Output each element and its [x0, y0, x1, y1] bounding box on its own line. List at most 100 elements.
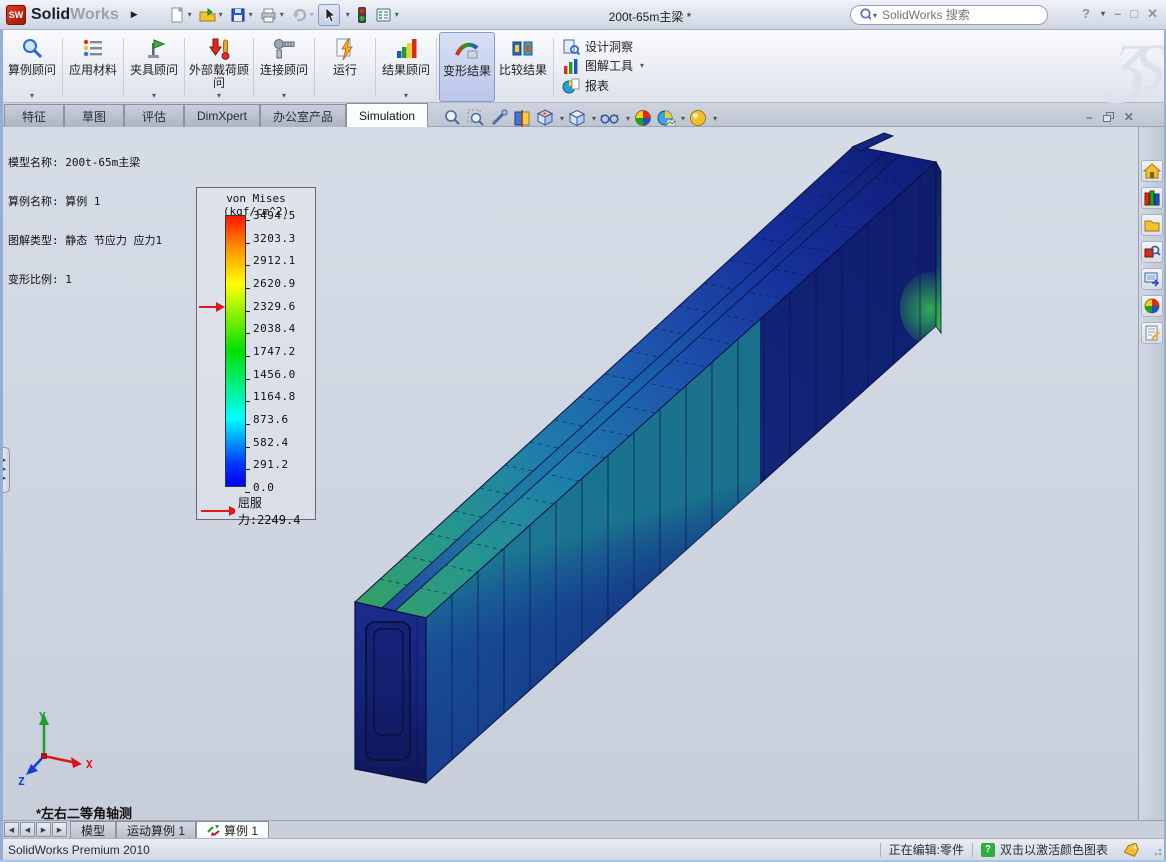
hide-show-items-icon[interactable]	[599, 108, 621, 128]
logo-text-solid: Solid	[31, 6, 70, 24]
ribbon-deformed-result-button[interactable]: 变形结果	[439, 32, 495, 102]
display-style-caret-icon[interactable]: ▾	[592, 114, 596, 123]
solidworks-search-button[interactable]	[1141, 241, 1163, 263]
legend-color-bar	[225, 215, 246, 487]
fixtures-advisor-icon	[142, 36, 166, 62]
view-settings-icon[interactable]	[688, 108, 708, 128]
search-box[interactable]: ▾	[850, 5, 1048, 25]
doc-close-button[interactable]: ✕	[1124, 110, 1134, 124]
plot-tools-caret-icon[interactable]: ▾	[640, 61, 644, 70]
help-caret-icon[interactable]: ▾	[1101, 6, 1105, 22]
select-caret-button[interactable]: ▾	[342, 9, 352, 20]
stress-legend[interactable]: von Mises (kgf/cm^2) 3494.5 3203.3 2912.…	[196, 187, 316, 520]
zoom-to-area-icon[interactable]	[466, 108, 486, 128]
solidworks-logo-icon: SW	[6, 5, 26, 25]
first-tab-button[interactable]: ◀	[4, 822, 19, 837]
custom-properties-button[interactable]	[1141, 322, 1163, 344]
tab-office-products[interactable]: 办公室产品	[260, 104, 346, 127]
legend-tick: 2620.9	[253, 277, 296, 290]
open-button[interactable]: ▾	[196, 5, 225, 25]
new-document-button[interactable]: ▾	[166, 5, 194, 25]
print-button[interactable]: ▾	[257, 5, 286, 25]
previous-view-icon[interactable]	[489, 108, 509, 128]
tab-study-1[interactable]: 算例 1	[196, 821, 269, 838]
ribbon-run-button[interactable]: 运行	[317, 32, 373, 102]
logo-text-works: Works	[70, 6, 119, 24]
view-palette-button[interactable]	[1141, 268, 1163, 290]
resize-grip[interactable]	[1150, 844, 1162, 856]
command-manager-ribbon: ƷS 算例顾问 ▾ 应用材料 夹具顾问 ▾ 外部载荷顾问 ▾	[0, 30, 1166, 103]
file-explorer-button[interactable]	[1141, 214, 1163, 236]
next-tab-button[interactable]: ▶	[36, 822, 51, 837]
save-caret-icon[interactable]: ▾	[249, 10, 253, 19]
select-button[interactable]	[318, 4, 340, 26]
tab-scroll-buttons: ◀ ◀ ▶ ▶	[4, 822, 67, 837]
ribbon-fixtures-advisor-button[interactable]: 夹具顾问 ▾	[126, 32, 182, 102]
minimize-button[interactable]: –	[1114, 6, 1121, 22]
undo-button[interactable]: ▾	[288, 5, 316, 25]
tab-simulation[interactable]: Simulation	[346, 103, 428, 127]
configuration-tab-bar: ◀ ◀ ▶ ▶ 模型 运动算例 1 算例 1	[0, 820, 1166, 838]
help-button[interactable]: ?	[1082, 6, 1090, 22]
rail-end-tab	[852, 133, 893, 151]
search-input[interactable]	[880, 7, 1039, 23]
ribbon-results-advisor-button[interactable]: 结果顾问 ▾	[378, 32, 434, 102]
close-button[interactable]: ✕	[1147, 6, 1158, 22]
legend-tick: 582.4	[253, 436, 289, 449]
tab-evaluate[interactable]: 评估	[124, 104, 184, 127]
triad-x-label: X	[86, 758, 93, 771]
menu-expand-arrow-icon[interactable]: ▶	[131, 9, 138, 20]
connections-advisor-icon	[272, 36, 296, 62]
section-view-icon[interactable]	[512, 108, 532, 128]
appearances-scenes-button[interactable]	[1141, 295, 1163, 317]
plot-tools-button[interactable]: 图解工具 ▾	[562, 57, 644, 75]
print-caret-icon[interactable]: ▾	[280, 10, 284, 19]
tab-motion-study-1[interactable]: 运动算例 1	[116, 821, 196, 838]
edit-appearance-icon[interactable]	[633, 108, 653, 128]
solidworks-resources-button[interactable]	[1141, 160, 1163, 182]
study-name-line: 算例名称: 算例 1	[8, 195, 162, 208]
display-style-icon[interactable]	[567, 108, 587, 128]
rebuild-button[interactable]	[354, 5, 370, 25]
options-button[interactable]: ▾	[372, 5, 401, 25]
plot-header-annotation: 模型名称: 200t-65m主梁 算例名称: 算例 1 图解类型: 静态 节应力…	[8, 130, 162, 312]
last-tab-button[interactable]: ▶	[52, 822, 67, 837]
design-insight-button[interactable]: 设计洞察	[562, 37, 644, 55]
maximize-button[interactable]: □	[1130, 6, 1138, 22]
properties-sheet-icon	[1143, 324, 1161, 342]
open-caret-icon[interactable]: ▾	[219, 10, 223, 19]
tab-features[interactable]: 特征	[4, 104, 64, 127]
doc-restore-button[interactable]	[1103, 112, 1114, 122]
hide-show-caret-icon[interactable]: ▾	[626, 114, 630, 123]
tab-sketch[interactable]: 草图	[64, 104, 124, 127]
prev-tab-button[interactable]: ◀	[20, 822, 35, 837]
task-pane	[1138, 127, 1164, 820]
design-library-button[interactable]	[1141, 187, 1163, 209]
view-settings-caret-icon[interactable]: ▾	[713, 114, 717, 123]
tab-model[interactable]: 模型	[70, 821, 116, 838]
options-caret-icon[interactable]: ▾	[395, 10, 399, 19]
origin-triad: Y X Z	[18, 710, 93, 788]
view-orientation-icon[interactable]: +	[535, 108, 555, 128]
search-scope-caret-icon[interactable]: ▾	[873, 11, 877, 20]
new-caret-icon[interactable]: ▾	[188, 10, 192, 19]
view-orientation-caret-icon[interactable]: ▾	[560, 114, 564, 123]
ribbon-external-loads-advisor-button[interactable]: 外部载荷顾问 ▾	[187, 32, 251, 102]
zoom-to-fit-icon[interactable]	[443, 108, 463, 128]
view-palette-icon	[1143, 270, 1161, 288]
ribbon-compare-results-button[interactable]: 比较结果	[495, 32, 551, 102]
apply-scene-caret-icon[interactable]: ▾	[681, 114, 685, 123]
doc-minimize-button[interactable]: –	[1086, 110, 1093, 124]
apply-scene-icon[interactable]	[656, 108, 676, 128]
ribbon-connections-advisor-button[interactable]: 连接顾问 ▾	[256, 32, 312, 102]
ribbon-apply-material-button[interactable]: 应用材料	[65, 32, 121, 102]
search-icon	[859, 7, 871, 23]
tag-icon[interactable]	[1122, 843, 1140, 857]
ribbon-study-advisor-button[interactable]: 算例顾问 ▾	[4, 32, 60, 102]
search-cube-icon	[1143, 243, 1161, 261]
save-button[interactable]: ▾	[227, 5, 255, 25]
tab-dimxpert[interactable]: DimXpert	[184, 104, 260, 127]
report-button[interactable]: 报表	[562, 76, 644, 94]
study-tab-icon	[207, 824, 221, 836]
status-help-icon: ?	[981, 843, 995, 857]
